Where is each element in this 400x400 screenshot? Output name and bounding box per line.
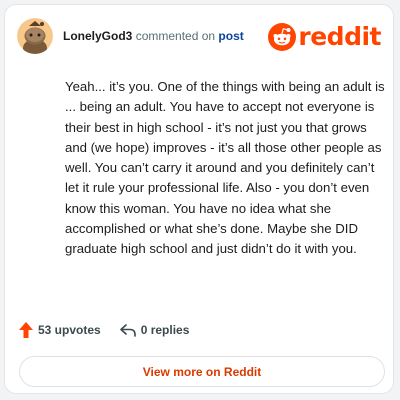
comment-body: Yeah... it’s you. One of the things with…: [65, 79, 385, 257]
upvote-count: 53 upvotes: [38, 323, 101, 337]
view-more-button[interactable]: View more on Reddit: [19, 356, 385, 387]
reply-count: 0 replies: [140, 323, 190, 337]
comment-embed-card: LonelyGod3 commented on post reddit Yeah…: [4, 4, 394, 394]
username[interactable]: LonelyGod3: [63, 29, 132, 43]
reply-icon: [119, 324, 136, 337]
upvote-arrow-icon: [19, 322, 33, 338]
upvote-button[interactable]: 53 upvotes: [19, 322, 101, 338]
reddit-wordmark: reddit: [298, 22, 381, 51]
comment-header: LonelyGod3 commented on post reddit: [17, 18, 381, 54]
reddit-snoo-logo-icon: [268, 23, 297, 51]
replies-button[interactable]: 0 replies: [119, 323, 190, 337]
comment-byline: LonelyGod3 commented on post: [63, 29, 244, 43]
action-text: commented on: [135, 29, 216, 43]
snoo-avatar-icon: [17, 18, 53, 54]
comment-actions: 53 upvotes 0 replies: [19, 321, 189, 339]
post-link[interactable]: post: [218, 29, 243, 43]
user-avatar[interactable]: [17, 18, 53, 54]
reddit-logo[interactable]: reddit: [268, 22, 381, 52]
